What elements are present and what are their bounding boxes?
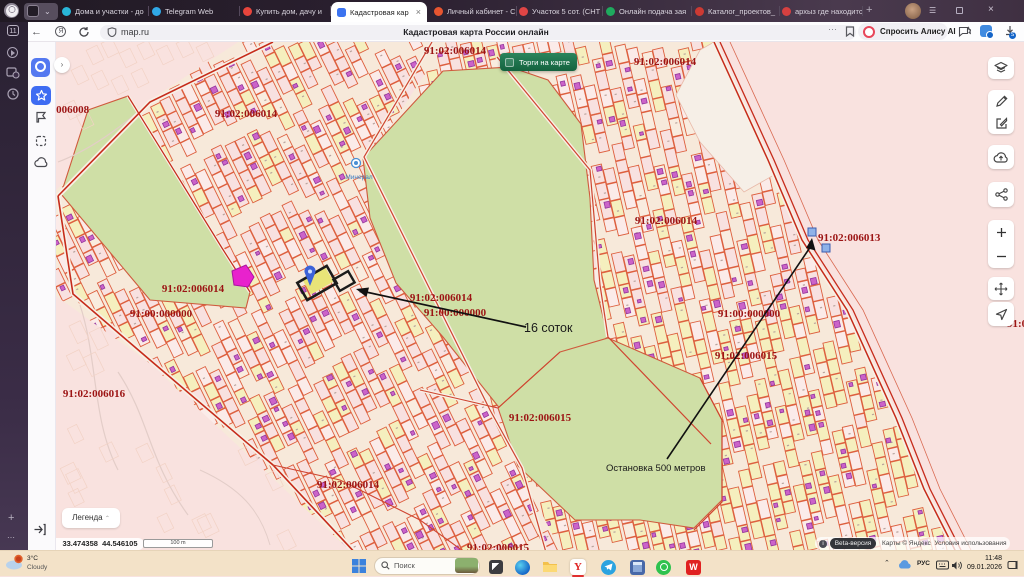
svg-text:91:02:006013: 91:02:006013 (818, 232, 881, 244)
svg-text:91:00:000000: 91:00:000000 (130, 308, 193, 320)
svg-text:91:02:006014: 91:02:006014 (317, 479, 380, 491)
svg-text:16 соток: 16 соток (524, 321, 573, 335)
svg-text:Минерал: Минерал (345, 174, 372, 181)
svg-text:91:02:006015: 91:02:006015 (509, 412, 572, 424)
svg-text:91:02:006014: 91:02:006014 (162, 283, 225, 295)
svg-text:91:02:006014: 91:02:006014 (634, 56, 697, 68)
svg-text:91:02:006008: 91:02:006008 (56, 104, 90, 116)
svg-text:Остановка 500 метров: Остановка 500 метров (606, 463, 706, 474)
svg-text:91:02:006015: 91:02:006015 (715, 350, 778, 362)
svg-text:91:02:006014: 91:02:006014 (215, 108, 278, 120)
svg-text:91:02:006014: 91:02:006014 (635, 215, 698, 227)
svg-text:91:02:006014: 91:02:006014 (424, 45, 487, 57)
svg-text:91:02:006014: 91:02:006014 (410, 292, 473, 304)
svg-text:91:00:000000: 91:00:000000 (718, 308, 781, 320)
svg-text:91:02:006016: 91:02:006016 (63, 388, 126, 400)
